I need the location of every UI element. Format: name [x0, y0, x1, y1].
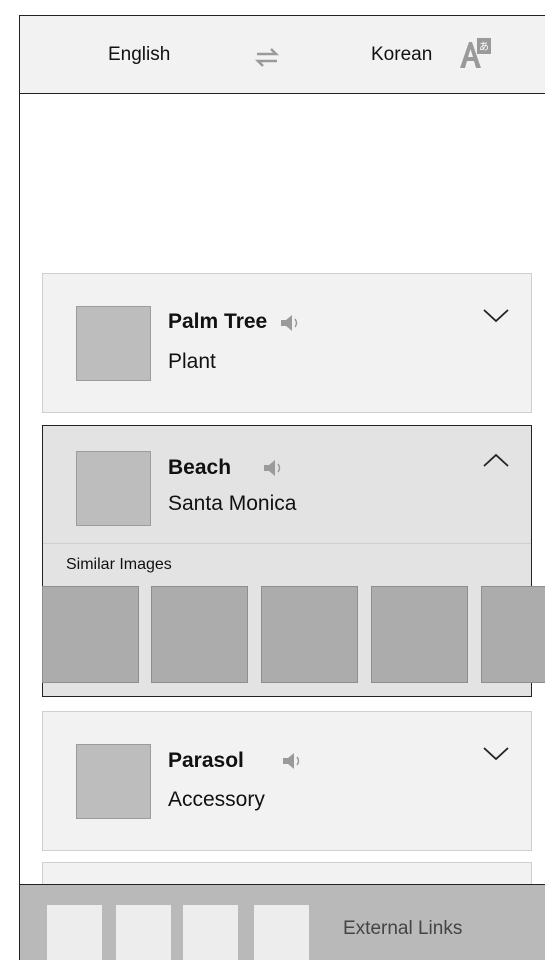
- result-word: Beach: [168, 456, 232, 479]
- result-category: Santa Monica: [168, 492, 297, 515]
- similar-image[interactable]: [261, 586, 358, 683]
- svg-text:あ: あ: [479, 41, 489, 53]
- chevron-up-icon[interactable]: [483, 452, 509, 468]
- result-word: Palm Tree: [168, 310, 268, 333]
- similar-image[interactable]: [151, 586, 248, 683]
- external-links-bar: External Links: [20, 884, 545, 960]
- result-category: Accessory: [168, 788, 265, 811]
- similar-image[interactable]: [481, 586, 545, 683]
- result-card-parasol[interactable]: Parasol Accessory: [42, 711, 532, 851]
- swap-arrows-icon[interactable]: [253, 44, 281, 72]
- chevron-down-icon[interactable]: [483, 308, 509, 324]
- result-card-palm-tree[interactable]: Palm Tree Plant: [42, 273, 532, 413]
- speaker-icon[interactable]: [262, 457, 284, 479]
- similar-images-label: Similar Images: [66, 556, 172, 573]
- external-links-button[interactable]: External Links: [343, 918, 462, 940]
- speaker-icon[interactable]: [281, 750, 303, 772]
- result-word: Parasol: [168, 749, 244, 772]
- external-link-thumbnail[interactable]: [47, 905, 102, 960]
- external-link-thumbnail[interactable]: [183, 905, 238, 960]
- source-language-button[interactable]: English: [108, 44, 170, 66]
- chevron-down-icon[interactable]: [483, 746, 509, 762]
- similar-image[interactable]: [42, 586, 139, 683]
- section-divider: [43, 543, 531, 544]
- result-thumbnail: [76, 451, 151, 526]
- translate-icon[interactable]: あ: [458, 36, 492, 72]
- similar-image[interactable]: [371, 586, 468, 683]
- result-thumbnail: [76, 306, 151, 381]
- result-thumbnail: [76, 744, 151, 819]
- result-category: Plant: [168, 350, 216, 373]
- app-frame: English Korean あ Palm Tree Plant Beach S…: [19, 15, 545, 960]
- result-card-beach[interactable]: Beach Santa Monica Similar Images: [42, 425, 545, 697]
- speaker-icon[interactable]: [279, 312, 301, 334]
- external-link-thumbnail[interactable]: [254, 905, 309, 960]
- target-language-button[interactable]: Korean: [371, 44, 432, 66]
- external-link-thumbnail[interactable]: [116, 905, 171, 960]
- language-bar: English Korean あ: [20, 16, 545, 94]
